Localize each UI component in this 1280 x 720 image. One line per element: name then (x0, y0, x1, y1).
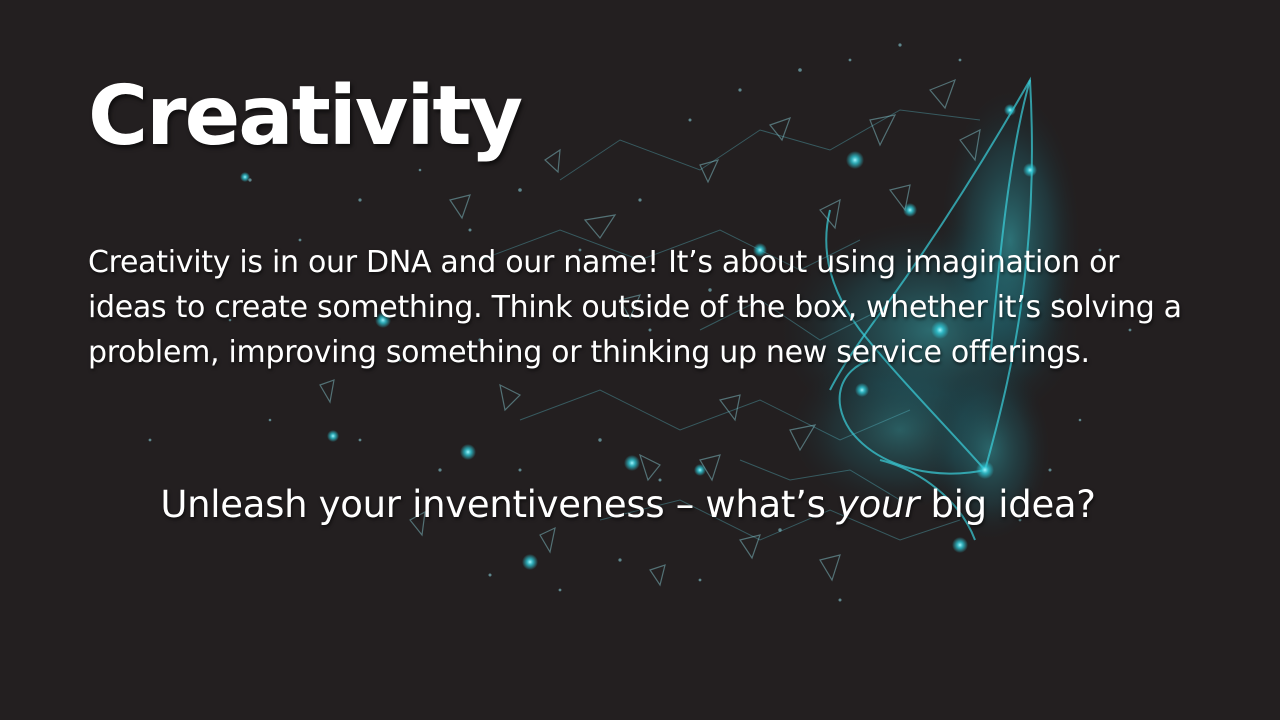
tagline-text-before: Unleash your inventiveness – what’s (160, 483, 838, 526)
tagline-emphasis: your (837, 483, 920, 526)
tagline-text-after: big idea? (919, 483, 1096, 526)
slide: Creativity Creativity is in our DNA and … (0, 0, 1280, 720)
slide-tagline: Unleash your inventiveness – what’s your… (0, 480, 1256, 530)
slide-title: Creativity (88, 69, 523, 164)
slide-body-text: Creativity is in our DNA and our name! I… (88, 245, 1182, 370)
